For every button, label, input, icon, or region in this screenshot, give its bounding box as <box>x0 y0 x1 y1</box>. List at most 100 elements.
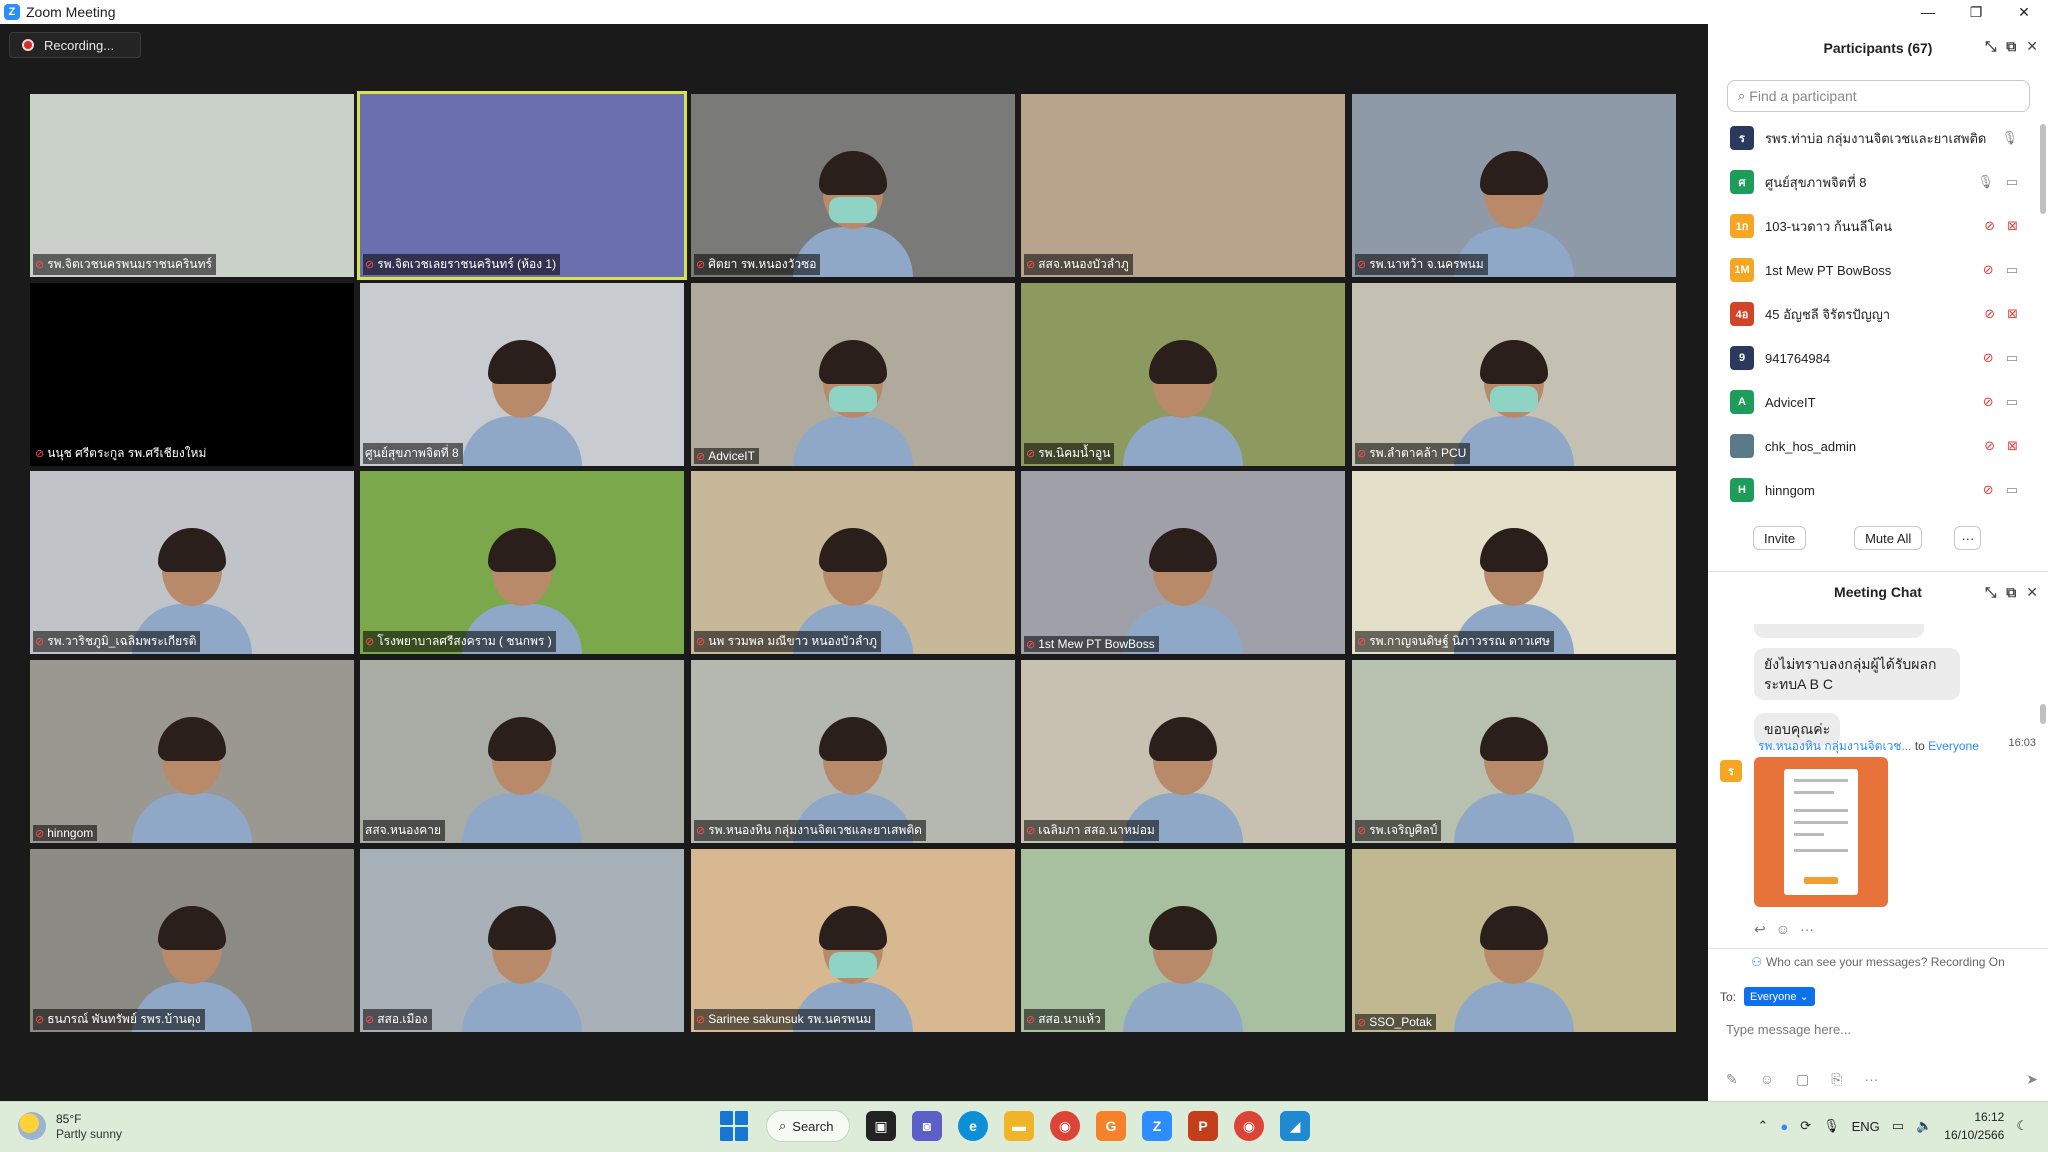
weather-widget[interactable]: 85°F Partly sunny <box>18 1111 122 1141</box>
mute-all-button[interactable]: Mute All <box>1854 526 1923 550</box>
task-view-icon[interactable]: ▣ <box>866 1111 896 1141</box>
display-icon[interactable]: ▭ <box>1892 1118 1904 1134</box>
video-tile[interactable]: ⊘ นพ รวมพล มณีขาว หนองบัวลำภู <box>691 471 1015 654</box>
muted-mic-icon[interactable]: ⊘ <box>1983 262 1994 278</box>
microphone-icon[interactable]: 🎙 <box>1977 174 1994 190</box>
restore-button[interactable]: ❐ <box>1952 0 2000 24</box>
camera-icon[interactable]: ▭ <box>2006 262 2018 278</box>
app-icon[interactable]: G <box>1096 1111 1126 1141</box>
participant-row[interactable]: A AdviceIT ⊘ ▭ <box>1708 380 2048 424</box>
teams-chat-icon[interactable]: ◙ <box>912 1111 942 1141</box>
camera-icon[interactable]: ▭ <box>2006 394 2018 410</box>
chat-message-input[interactable]: Type message here... <box>1726 1022 1851 1037</box>
recipient-dropdown[interactable]: Everyone ⌄ <box>1744 987 1815 1006</box>
popout-icon[interactable]: ⧉ <box>2006 38 2016 55</box>
camera-icon[interactable]: ▭ <box>2006 174 2018 190</box>
video-tile[interactable]: ⊘ รพ.เจริญศิลป์ <box>1352 660 1676 843</box>
emoji-react-icon[interactable]: ☺ <box>1776 921 1790 938</box>
camera-off-icon[interactable]: ⊠ <box>2007 306 2018 322</box>
video-tile[interactable]: ⊘ เฉลิมภา สสอ.นาหม่อม <box>1021 660 1345 843</box>
clock[interactable]: 16:12 16/10/2566 <box>1944 1108 2004 1144</box>
recording-indicator[interactable]: Recording... <box>9 32 141 58</box>
video-tile[interactable]: ศูนย์สุขภาพจิตที่ 8 <box>360 283 684 466</box>
chat-scrollbar[interactable] <box>2040 704 2046 724</box>
camera-icon[interactable]: ▭ <box>2006 350 2018 366</box>
participant-scrollbar[interactable] <box>2040 124 2046 214</box>
chrome-profile-icon[interactable]: ◉ <box>1234 1111 1264 1141</box>
camera-icon[interactable]: ▭ <box>2006 482 2018 498</box>
camera-off-icon[interactable]: ⊠ <box>2007 438 2018 454</box>
collapse-icon[interactable]: ⤡ <box>1985 38 1996 55</box>
minimize-button[interactable]: — <box>1904 0 1952 24</box>
video-tile[interactable]: ⊘ สสอ.เมือง <box>360 849 684 1032</box>
video-tile[interactable]: ⊘ รพ.หนองหิน กลุ่มงานจิตเวชและยาเสพติด <box>691 660 1015 843</box>
file-explorer-icon[interactable]: ▬ <box>1004 1111 1034 1141</box>
video-tile[interactable]: ⊘ hinngom <box>30 660 354 843</box>
video-tile[interactable]: ⊘ AdviceIT <box>691 283 1015 466</box>
video-tile[interactable]: ⊘ ธนภรณ์ พันทรัพย์ รพร.บ้านดุง <box>30 849 354 1032</box>
send-icon[interactable]: ➤ <box>2026 1071 2038 1088</box>
participant-row[interactable]: 4อ 45 อัญชลี จิรัตรปัญญา ⊘ ⊠ <box>1708 292 2048 336</box>
zoom-app-icon[interactable]: Z <box>1142 1111 1172 1141</box>
video-tile[interactable]: ⊘ รพ.นิคมน้ำอูน <box>1021 283 1345 466</box>
close-window-button[interactable]: ✕ <box>2000 0 2048 24</box>
edge-browser-icon[interactable]: e <box>958 1111 988 1141</box>
video-tile[interactable]: ⊘ รพ.นาหว้า จ.นครพนม <box>1352 94 1676 277</box>
participant-row[interactable]: chk_hos_admin ⊘ ⊠ <box>1708 424 2048 468</box>
microphone-icon[interactable]: 🎙 <box>2001 130 2018 146</box>
video-tile[interactable]: สสจ.หนองคาย <box>360 660 684 843</box>
camera-off-icon[interactable]: ⊠ <box>2007 218 2018 234</box>
participant-search-input[interactable]: ⌕ Find a participant <box>1727 80 2030 112</box>
participant-row[interactable]: 1ก 103-นวดาว ก้นนลีโคน ⊘ ⊠ <box>1708 204 2048 248</box>
muted-mic-icon[interactable]: ⊘ <box>1984 438 1995 454</box>
collapse-icon[interactable]: ⤡ <box>1985 584 1996 601</box>
participant-row[interactable]: ศศูนย์สุขภาพจิตที่ 8 🎙 ▭ <box>1708 160 2048 204</box>
chat-sender-name[interactable]: รพ.หนองหิน กลุ่มงานจิตเวช... <box>1758 739 1911 753</box>
muted-mic-icon[interactable]: ⊘ <box>1984 306 1995 322</box>
video-tile[interactable]: ⊘ โรงพยาบาลศรีสงคราม ( ชนกพร ) <box>360 471 684 654</box>
invite-button[interactable]: Invite <box>1753 526 1807 550</box>
chat-privacy-notice[interactable]: ⚇ Who can see your messages? Recording O… <box>1708 948 2048 974</box>
more-icon[interactable]: ··· <box>1800 921 1814 938</box>
chrome-browser-icon[interactable]: ◉ <box>1050 1111 1080 1141</box>
file-icon[interactable]: ▢ <box>1796 1071 1809 1088</box>
video-tile[interactable]: ⊘ รพ.ลำตาคล้า PCU <box>1352 283 1676 466</box>
close-icon[interactable]: ✕ <box>2026 38 2038 55</box>
video-tile[interactable]: ⊘ รพ.จิตเวชเลยราชนครินทร์ (ห้อง 1) <box>357 91 687 280</box>
video-tile[interactable]: ⊘ รพ.จิตเวชนครพนมราชนครินทร์ <box>30 94 354 277</box>
microphone-icon[interactable]: 🎙 <box>1823 1118 1840 1134</box>
muted-mic-icon[interactable]: ⊘ <box>1983 350 1994 366</box>
participant-row[interactable]: Hhinngom ⊘ ▭ <box>1708 468 2048 512</box>
speaker-icon[interactable]: 🔈 <box>1916 1118 1932 1134</box>
format-icon[interactable]: ✎ <box>1726 1071 1738 1088</box>
powerpoint-icon[interactable]: P <box>1188 1111 1218 1141</box>
close-icon[interactable]: ✕ <box>2026 584 2038 601</box>
chat-image-attachment[interactable] <box>1754 757 1888 907</box>
participant-row[interactable]: ร รพร.ท่าบ่อ กลุ่มงานจิตเวชและยาเสพติด 🎙 <box>1708 116 2048 160</box>
video-tile[interactable]: ⊘ Sarinee sakunsuk รพ.นครพนม <box>691 849 1015 1032</box>
screenshot-icon[interactable]: ⎘ <box>1831 1071 1842 1088</box>
app-store-icon[interactable]: ◢ <box>1280 1111 1310 1141</box>
participant-row[interactable]: 1M 1st Mew PT BowBoss ⊘ ▭ <box>1708 248 2048 292</box>
sync-icon[interactable]: ⟳ <box>1800 1118 1811 1134</box>
muted-mic-icon[interactable]: ⊘ <box>1983 482 1994 498</box>
chevron-up-icon[interactable]: ⌃ <box>1757 1118 1768 1134</box>
more-options-button[interactable]: ··· <box>1954 526 1982 550</box>
participant-row[interactable]: 9 941764984 ⊘ ▭ <box>1708 336 2048 380</box>
windows-start-icon[interactable] <box>720 1111 750 1141</box>
video-tile[interactable]: ⊘ SSO_Potak <box>1352 849 1676 1032</box>
reply-icon[interactable]: ↩ <box>1754 921 1766 938</box>
language-indicator[interactable]: ENG <box>1852 1119 1880 1134</box>
video-tile[interactable]: ⊘ สสอ.นาแห้ว <box>1021 849 1345 1032</box>
video-tile[interactable]: ⊘ สสจ.หนองบัวลำภู <box>1021 94 1345 277</box>
zoom-tray-icon[interactable]: ● <box>1780 1119 1788 1134</box>
muted-mic-icon[interactable]: ⊘ <box>1984 218 1995 234</box>
notification-icon[interactable]: ☾ <box>2016 1118 2028 1134</box>
popout-icon[interactable]: ⧉ <box>2006 584 2016 601</box>
emoji-icon[interactable]: ☺ <box>1760 1071 1774 1088</box>
video-tile[interactable]: ⊘ รพ.วาริชภูมิ_เฉลิมพระเกียรติ <box>30 471 354 654</box>
taskbar-search[interactable]: ⌕ Search <box>766 1110 850 1142</box>
video-tile[interactable]: ⊘ นนุช ศรีตระกูล รพ.ศรีเชียงใหม่ <box>30 283 354 466</box>
video-tile[interactable]: ⊘ 1st Mew PT BowBoss <box>1021 471 1345 654</box>
video-tile[interactable]: ⊘ รพ.กาญจนดิษฐ์ นิภาวรรณ ดาวเศษ <box>1352 471 1676 654</box>
